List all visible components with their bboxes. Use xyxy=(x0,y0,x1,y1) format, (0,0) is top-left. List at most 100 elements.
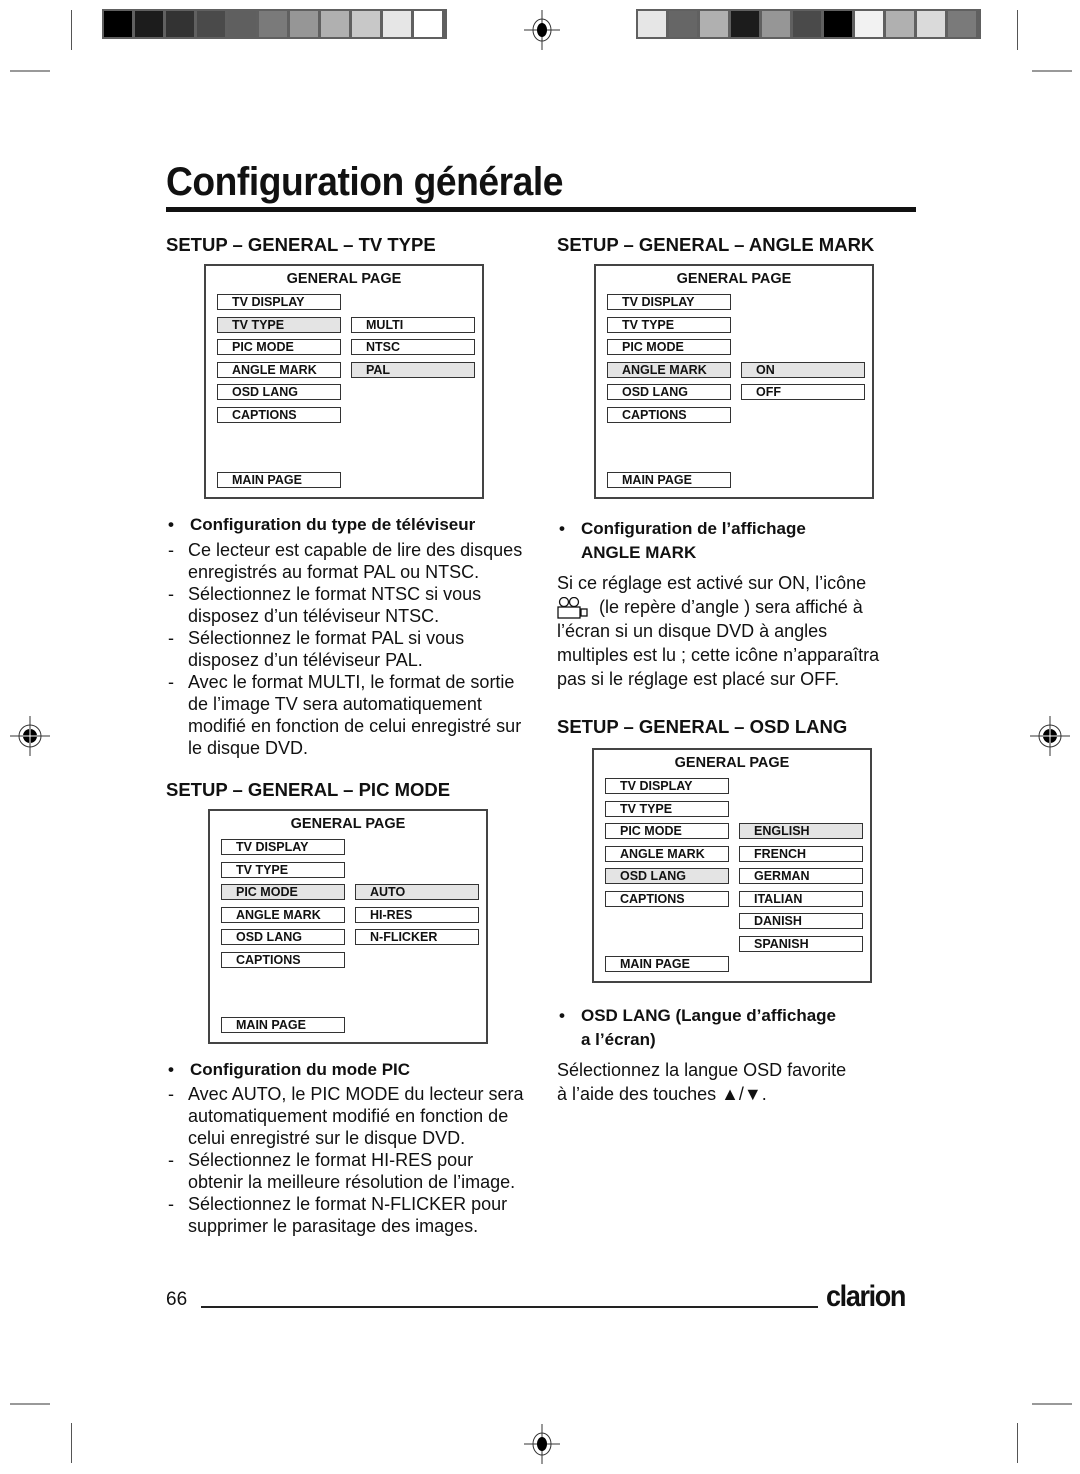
registration-target-icon xyxy=(10,716,50,756)
menu-title: GENERAL PAGE xyxy=(676,271,792,287)
menu-item-angle-mark[interactable]: ANGLE MARK xyxy=(221,906,345,923)
footer-rule xyxy=(201,1306,818,1308)
menu-item-pic-mode[interactable]: PIC MODE xyxy=(605,823,729,839)
color-swatch xyxy=(855,11,883,37)
menu-item-tv-display[interactable]: TV DISPLAY xyxy=(217,294,341,310)
option-german[interactable]: GERMAN xyxy=(739,868,863,884)
color-swatch xyxy=(731,11,759,37)
dash-bullet: - xyxy=(168,672,174,692)
color-swatch xyxy=(259,11,287,37)
color-swatch xyxy=(762,11,790,37)
color-swatch xyxy=(197,11,225,37)
page-title: Configuration générale xyxy=(166,160,563,204)
menu-item-osd-lang[interactable]: OSD LANG xyxy=(605,868,729,884)
color-swatch xyxy=(104,11,132,37)
option-on[interactable]: ON xyxy=(741,361,865,378)
menu-item-tv-display[interactable]: TV DISPLAY xyxy=(607,294,731,310)
color-calibration-bar-right xyxy=(636,9,981,39)
menu-item-captions[interactable]: CAPTIONS xyxy=(607,406,731,423)
option-pal[interactable]: PAL xyxy=(351,361,475,378)
menu-panel-osd-lang: GENERAL PAGE TV DISPLAY TV TYPE PIC MODE ANG… xyxy=(592,748,872,983)
color-swatch xyxy=(414,11,442,37)
crop-mark xyxy=(71,10,72,50)
crop-mark xyxy=(71,1423,72,1463)
page-number: 66 xyxy=(166,1289,188,1310)
menu-item-tv-type[interactable]: TV TYPE xyxy=(221,861,345,878)
menu-item-tv-type[interactable]: TV TYPE xyxy=(217,316,341,333)
menu-title: GENERAL PAGE xyxy=(286,271,402,287)
option-danish[interactable]: DANISH xyxy=(739,913,863,929)
menu-item-captions[interactable]: CAPTIONS xyxy=(217,406,341,423)
option-auto[interactable]: AUTO xyxy=(355,884,479,900)
dash-bullet: - xyxy=(168,1194,174,1214)
angle-mark-description: Si ce réglage est activé sur ON, l’icône… xyxy=(557,573,880,689)
menu-item-captions[interactable]: CAPTIONS xyxy=(221,951,345,968)
color-swatch xyxy=(886,11,914,37)
menu-item-tv-type[interactable]: TV TYPE xyxy=(607,316,731,333)
camera-angle-icon xyxy=(557,597,588,619)
list-item: - Sélectionnez le format NTSC si vous dis… xyxy=(168,584,482,626)
crop-mark xyxy=(10,70,50,72)
color-swatch xyxy=(228,11,256,37)
menu-title: GENERAL PAGE xyxy=(290,816,406,832)
menu-item-main-page[interactable]: MAIN PAGE xyxy=(605,956,729,972)
brand-logo: clarion xyxy=(826,1280,906,1313)
crop-mark xyxy=(1017,10,1018,50)
menu-item-angle-mark[interactable]: ANGLE MARK xyxy=(217,361,341,378)
color-swatch xyxy=(700,11,728,37)
section-heading-pic-mode: SETUP – GENERAL – PIC MODE xyxy=(166,779,451,800)
color-swatch xyxy=(290,11,318,37)
bullet-icon: • xyxy=(559,1006,565,1025)
color-swatch xyxy=(135,11,163,37)
option-spanish[interactable]: SPANISH xyxy=(739,935,863,952)
bullet-icon: • xyxy=(559,519,565,538)
option-hi-res[interactable]: HI-RES xyxy=(355,906,479,923)
menu-item-angle-mark[interactable]: ANGLE MARK xyxy=(605,845,729,862)
dash-bullet: - xyxy=(168,1084,174,1104)
section-heading-osd-lang: SETUP – GENERAL – OSD LANG xyxy=(557,716,848,737)
option-off[interactable]: OFF xyxy=(741,384,865,400)
option-multi[interactable]: MULTI xyxy=(351,316,475,333)
option-english[interactable]: ENGLISH xyxy=(739,823,863,839)
menu-panel-tv-type: GENERAL PAGE TV DISPLAY TV TYPE PIC MODE ANG… xyxy=(204,264,484,499)
registration-target-icon xyxy=(524,1424,560,1464)
menu-item-main-page[interactable]: MAIN PAGE xyxy=(607,472,731,488)
option-french[interactable]: FRENCH xyxy=(739,845,863,862)
color-swatch xyxy=(383,11,411,37)
option-ntsc[interactable]: NTSC xyxy=(351,339,475,355)
color-swatch xyxy=(948,11,976,37)
menu-item-pic-mode[interactable]: PIC MODE xyxy=(221,884,345,900)
crop-mark xyxy=(1032,1403,1072,1405)
color-swatch xyxy=(793,11,821,37)
option-n-flicker[interactable]: N-FLICKER xyxy=(355,929,479,945)
menu-item-osd-lang[interactable]: OSD LANG xyxy=(217,384,341,400)
menu-item-osd-lang[interactable]: OSD LANG xyxy=(221,929,345,945)
list-item: - Sélectionnez le format N-FLICKER pour s… xyxy=(168,1194,508,1236)
color-calibration-bar-left xyxy=(102,9,447,39)
list-item: - Ce lecteur est capable de lire des disq… xyxy=(168,540,523,582)
menu-panel-angle-mark: GENERAL PAGE TV DISPLAY TV TYPE PIC MODE ANG… xyxy=(594,264,874,499)
menu-item-tv-display[interactable]: TV DISPLAY xyxy=(221,839,345,855)
menu-item-pic-mode[interactable]: PIC MODE xyxy=(217,339,341,355)
menu-item-tv-display[interactable]: TV DISPLAY xyxy=(605,778,729,794)
color-swatch xyxy=(352,11,380,37)
list-item: - Sélectionnez le format PAL si vous disp… xyxy=(168,628,465,670)
registration-target-icon xyxy=(1030,716,1070,756)
color-swatch xyxy=(638,11,666,37)
color-swatch xyxy=(824,11,852,37)
menu-item-main-page[interactable]: MAIN PAGE xyxy=(217,472,341,488)
menu-item-tv-type[interactable]: TV TYPE xyxy=(605,800,729,817)
crop-mark xyxy=(1017,1423,1018,1463)
pic-mode-description-list: - Avec AUTO, le PIC MODE du lecteur sera … xyxy=(166,1083,526,1237)
menu-item-main-page[interactable]: MAIN PAGE xyxy=(221,1017,345,1033)
menu-item-osd-lang[interactable]: OSD LANG xyxy=(607,384,731,400)
color-swatch xyxy=(321,11,349,37)
menu-item-captions[interactable]: CAPTIONS xyxy=(605,890,729,907)
dash-bullet: - xyxy=(168,1150,174,1170)
menu-title: GENERAL PAGE xyxy=(674,755,790,771)
menu-item-angle-mark[interactable]: ANGLE MARK xyxy=(607,361,731,378)
menu-item-pic-mode[interactable]: PIC MODE xyxy=(607,339,731,355)
option-italian[interactable]: ITALIAN xyxy=(739,890,863,907)
color-swatch xyxy=(669,11,697,37)
crop-mark xyxy=(1032,70,1072,72)
